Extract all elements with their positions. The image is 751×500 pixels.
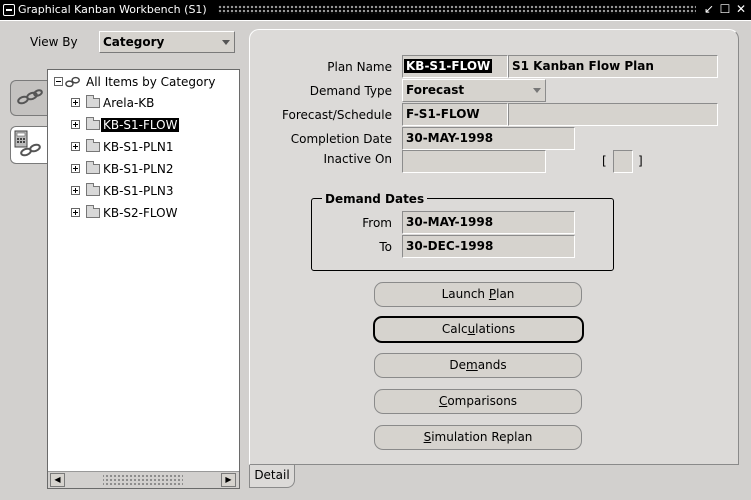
view-by-select[interactable]: Category: [99, 31, 235, 53]
folder-icon: [86, 161, 100, 174]
completion-date-field[interactable]: 30-MAY-1998: [402, 127, 575, 150]
scroll-left-icon[interactable]: ◀: [50, 473, 65, 487]
tree-item[interactable]: KB-S1-PLN2: [48, 160, 188, 178]
to-label: To: [379, 240, 392, 254]
tree-item[interactable]: Arela-KB: [48, 94, 178, 112]
folder-icon: [86, 205, 100, 218]
tree-root-label: All Items by Category: [86, 75, 216, 89]
plan-name-label: Plan Name: [327, 60, 392, 74]
title-drag-area[interactable]: [218, 5, 696, 14]
window-menu-icon[interactable]: [3, 4, 15, 16]
plan-name-field[interactable]: KB-S1-FLOW: [402, 55, 508, 78]
to-date-field[interactable]: 30-DEC-1998: [402, 235, 575, 258]
demands-button[interactable]: Demands: [374, 353, 582, 378]
kanban-chain-icon: [17, 89, 43, 105]
folder-icon: [86, 139, 100, 152]
minimize-icon[interactable]: ↙: [702, 2, 716, 17]
scroll-right-icon[interactable]: ▶: [221, 473, 236, 487]
forecast-description-field[interactable]: [508, 103, 718, 126]
view-by-label: View By: [30, 35, 78, 49]
tree-item[interactable]: KB-S2-FLOW: [48, 204, 188, 222]
expand-icon[interactable]: [71, 208, 80, 217]
tree-item-label: KB-S1-PLN1: [103, 140, 174, 154]
comparisons-button[interactable]: Comparisons: [374, 389, 582, 414]
launch-plan-button[interactable]: Launch Plan: [374, 282, 582, 307]
chevron-down-icon: [222, 40, 230, 45]
tab-detail[interactable]: Detail: [249, 465, 295, 488]
tree-root[interactable]: All Items by Category: [48, 73, 238, 91]
demand-type-label: Demand Type: [309, 84, 392, 98]
tree-item-label: KB-S1-PLN3: [103, 184, 174, 198]
calculations-button[interactable]: Calculations: [373, 316, 584, 343]
scroll-thumb[interactable]: [103, 475, 183, 485]
chevron-down-icon: [533, 88, 541, 93]
tree-item-label: KB-S2-FLOW: [103, 206, 178, 220]
expand-icon[interactable]: [71, 142, 80, 151]
tree-item-label: Arela-KB: [103, 96, 155, 110]
demand-dates-title: Demand Dates: [322, 192, 428, 206]
chain-root-icon: [65, 76, 80, 88]
category-tree[interactable]: All Items by Category Arela-KB KB-S1-FLO…: [47, 69, 240, 489]
maximize-icon[interactable]: ☐: [718, 2, 732, 17]
completion-date-label: Completion Date: [290, 132, 392, 146]
folder-icon: [86, 95, 100, 108]
tree-item[interactable]: KB-S1-PLN1: [48, 138, 188, 156]
tree-horizontal-scrollbar[interactable]: ◀ ▶: [48, 471, 239, 488]
from-date-field[interactable]: 30-MAY-1998: [402, 211, 575, 234]
from-label: From: [362, 216, 392, 230]
folder-icon: [86, 117, 100, 130]
demand-type-select[interactable]: Forecast: [402, 79, 546, 102]
inactive-on-field[interactable]: [402, 150, 546, 173]
checkbox-bracket-open: [: [602, 154, 607, 168]
collapse-icon[interactable]: [54, 77, 63, 86]
expand-icon[interactable]: [71, 164, 80, 173]
forecast-schedule-label: Forecast/Schedule: [282, 108, 392, 122]
tree-item[interactable]: KB-S1-PLN3: [48, 182, 188, 200]
close-icon[interactable]: ✕: [734, 2, 748, 17]
title-bar: Graphical Kanban Workbench (S1) ↙ ☐ ✕: [0, 0, 751, 20]
inactive-checkbox[interactable]: [613, 150, 633, 173]
tree-item-label: KB-S1-FLOW: [101, 118, 180, 132]
tab-calculator-view[interactable]: [10, 126, 48, 164]
expand-icon[interactable]: [71, 186, 80, 195]
plan-description-field[interactable]: S1 Kanban Flow Plan: [508, 55, 718, 78]
tree-item-selected[interactable]: KB-S1-FLOW: [48, 116, 188, 134]
simulation-replan-button[interactable]: Simulation Replan: [374, 425, 582, 450]
forecast-schedule-field[interactable]: F-S1-FLOW: [402, 103, 508, 126]
expand-icon[interactable]: [71, 120, 80, 129]
checkbox-bracket-close: ]: [638, 154, 643, 168]
calculator-chain-icon: [14, 130, 41, 157]
folder-icon: [86, 183, 100, 196]
expand-icon[interactable]: [71, 98, 80, 107]
view-by-value: Category: [103, 35, 165, 49]
tree-item-label: KB-S1-PLN2: [103, 162, 174, 176]
window-title: Graphical Kanban Workbench (S1): [18, 3, 207, 16]
inactive-on-label: Inactive On: [323, 152, 392, 166]
tab-kanban-view[interactable]: [10, 80, 48, 116]
